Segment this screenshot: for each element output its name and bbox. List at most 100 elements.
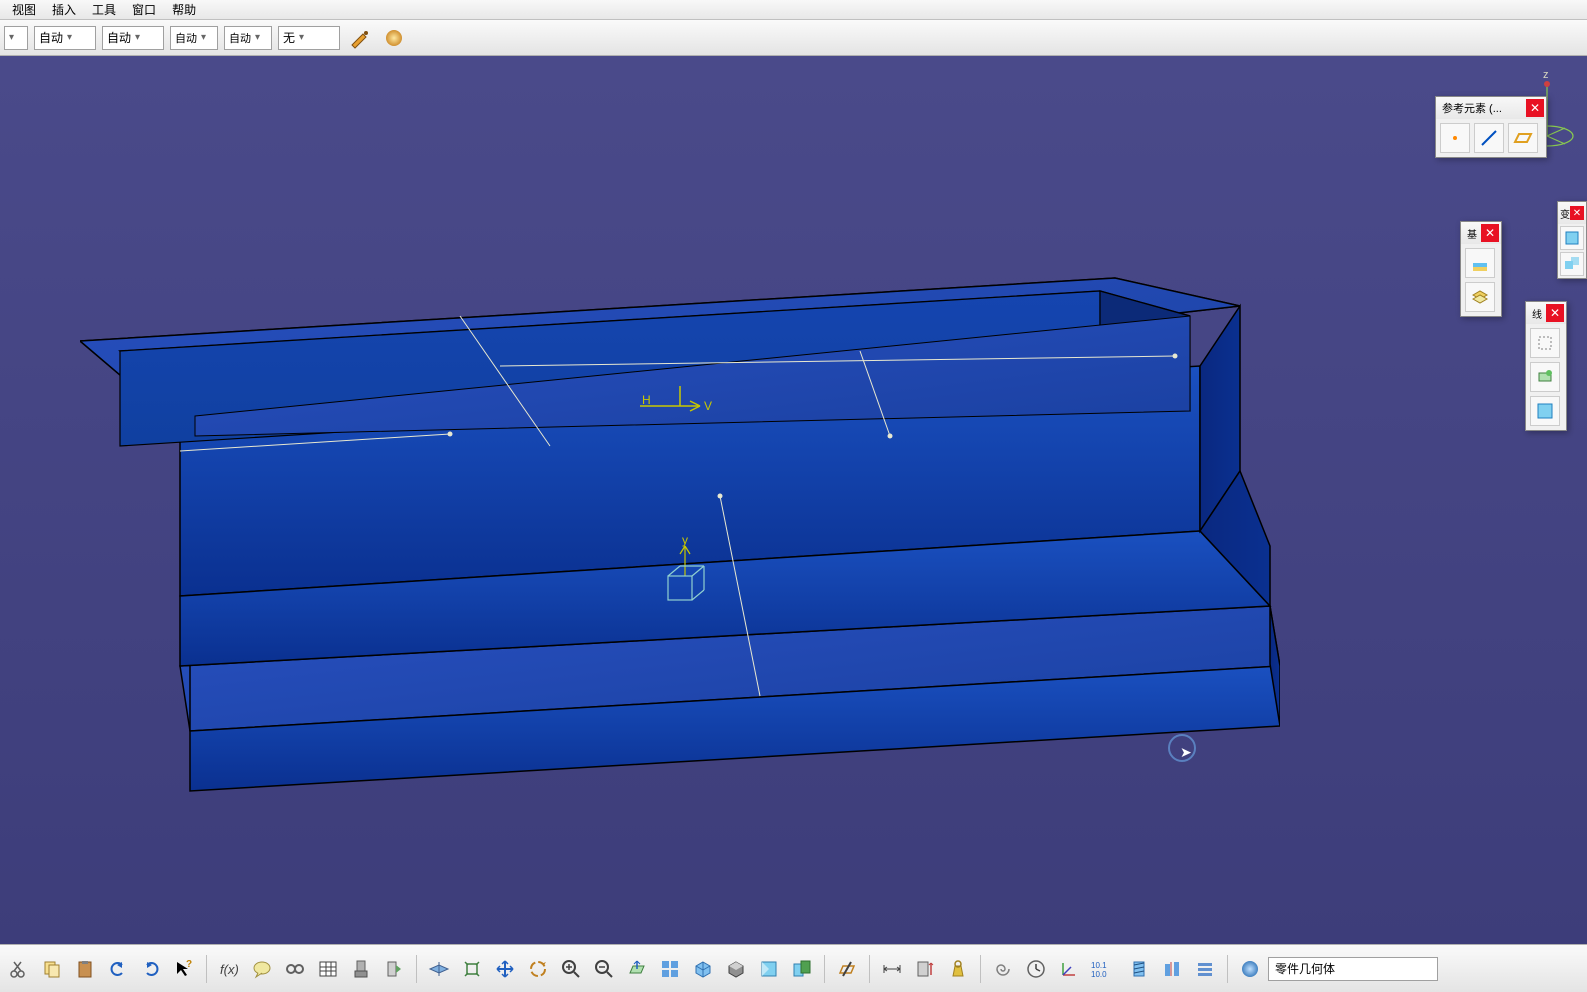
material-icon[interactable] [1235, 954, 1265, 984]
point-tool-icon[interactable] [1440, 123, 1470, 153]
comment-icon[interactable] [247, 954, 277, 984]
dropdown-auto-1[interactable]: 自动▾ [34, 26, 96, 50]
pan-icon[interactable] [490, 954, 520, 984]
dropdown-auto-2[interactable]: 自动▾ [102, 26, 164, 50]
close-icon[interactable]: ✕ [1526, 99, 1544, 117]
paste-icon[interactable] [70, 954, 100, 984]
close-icon[interactable]: ✕ [1546, 304, 1564, 322]
mean-dim-icon[interactable] [1157, 954, 1187, 984]
shading-icon[interactable] [721, 954, 751, 984]
svg-text:10.1: 10.1 [1091, 961, 1107, 970]
menu-window[interactable]: 窗口 [124, 0, 164, 20]
menu-view[interactable]: 视图 [4, 0, 44, 20]
separator [824, 955, 825, 983]
measure-between-icon[interactable] [877, 954, 907, 984]
line-panel-title-label: 线 [1532, 306, 1542, 321]
dropdown-1[interactable]: ▾ [4, 26, 28, 50]
transform-tool-2-icon[interactable] [1560, 252, 1584, 276]
svg-text:?: ? [186, 959, 192, 970]
separator [416, 955, 417, 983]
knowledge-icon[interactable] [379, 954, 409, 984]
dropdown-auto-2-label: 自动 [107, 29, 131, 46]
dimension-icon[interactable]: 10.110.0 [1087, 954, 1121, 984]
dropdown-none-label: 无 [283, 29, 295, 46]
separator [206, 955, 207, 983]
transform-panel-title-label: 变 [1560, 206, 1570, 221]
table-icon[interactable] [313, 954, 343, 984]
axis-y-label: y [682, 533, 688, 547]
line-tool-1-icon[interactable] [1530, 328, 1560, 358]
measure-item-icon[interactable] [910, 954, 940, 984]
3d-viewport[interactable]: H V y z 参考元素 (... ✕ [0, 56, 1587, 944]
layers-tool-icon[interactable] [1465, 282, 1495, 312]
clock-icon[interactable] [1021, 954, 1051, 984]
thread-icon[interactable] [1124, 954, 1154, 984]
feature-tree-icon[interactable] [346, 954, 376, 984]
line-tool-icon[interactable] [1474, 123, 1504, 153]
sketch-icon[interactable] [832, 954, 862, 984]
dropdown-autos-2-label: 自动 [229, 30, 251, 46]
svg-text:10.0: 10.0 [1091, 970, 1107, 979]
formula-icon[interactable]: f(x) [214, 954, 244, 984]
link-icon[interactable] [280, 954, 310, 984]
dropdown-autos-2[interactable]: 自动▾ [224, 26, 272, 50]
line-panel-title[interactable]: 线 ✕ [1526, 302, 1566, 324]
menu-insert[interactable]: 插入 [44, 0, 84, 20]
transform-panel[interactable]: 变 ✕ [1557, 201, 1587, 279]
base-panel-body [1461, 244, 1501, 316]
multiview-icon[interactable] [655, 954, 685, 984]
redo-icon[interactable] [136, 954, 166, 984]
close-icon[interactable]: ✕ [1570, 206, 1584, 220]
zoom-in-icon[interactable] [556, 954, 586, 984]
undo-icon[interactable] [103, 954, 133, 984]
reference-panel-title-label: 参考元素 (... [1442, 100, 1502, 116]
rotate-icon[interactable] [523, 954, 553, 984]
axis-system-icon[interactable] [1054, 954, 1084, 984]
line-panel[interactable]: 线 ✕ [1525, 301, 1567, 431]
transform-panel-title[interactable]: 变 ✕ [1558, 202, 1586, 224]
fly-icon[interactable] [424, 954, 454, 984]
axis-h-label: H [642, 393, 651, 407]
top-toolbar: ▾ 自动▾ 自动▾ 自动▾ 自动▾ 无▾ [0, 20, 1587, 56]
hide-show-icon[interactable] [754, 954, 784, 984]
swap-visible-icon[interactable] [787, 954, 817, 984]
line-tool-2-icon[interactable] [1530, 362, 1560, 392]
reference-elements-panel[interactable]: 参考元素 (... ✕ [1435, 96, 1547, 158]
part-solid: H V y [80, 236, 1280, 796]
iso-view-icon[interactable] [688, 954, 718, 984]
base-panel-title[interactable]: 基 ✕ [1461, 222, 1501, 244]
separator [869, 955, 870, 983]
copy-icon[interactable] [37, 954, 67, 984]
paint-icon[interactable] [346, 24, 374, 52]
fit-all-icon[interactable] [457, 954, 487, 984]
bottom-toolbar: ? f(x) 10.110.0 零件几何体 [0, 944, 1587, 992]
ground-tool-icon[interactable] [1465, 248, 1495, 278]
dropdown-autos-1[interactable]: 自动▾ [170, 26, 218, 50]
close-icon[interactable]: ✕ [1481, 224, 1499, 242]
reference-panel-body [1436, 119, 1546, 157]
base-panel-title-label: 基 [1467, 226, 1477, 241]
catalog-icon[interactable] [1190, 954, 1220, 984]
dropdown-autos-1-label: 自动 [175, 30, 197, 46]
dropdown-none[interactable]: 无▾ [278, 26, 340, 50]
transform-tool-1-icon[interactable] [1560, 226, 1584, 250]
reference-panel-title[interactable]: 参考元素 (... ✕ [1436, 97, 1546, 119]
separator [980, 955, 981, 983]
svg-text:f(x): f(x) [220, 962, 239, 977]
status-body-field[interactable]: 零件几何体 [1268, 957, 1438, 981]
mass-icon[interactable] [943, 954, 973, 984]
normal-view-icon[interactable] [622, 954, 652, 984]
cursor-icon: ➤ [1180, 744, 1194, 762]
cut-icon[interactable] [4, 954, 34, 984]
base-panel[interactable]: 基 ✕ [1460, 221, 1502, 317]
menu-tools[interactable]: 工具 [84, 0, 124, 20]
line-tool-3-icon[interactable] [1530, 396, 1560, 426]
axis-v-label: V [704, 399, 712, 413]
menu-help[interactable]: 帮助 [164, 0, 204, 20]
help-pointer-icon[interactable]: ? [169, 954, 199, 984]
spiral-icon[interactable] [988, 954, 1018, 984]
plane-tool-icon[interactable] [1508, 123, 1538, 153]
sphere-icon[interactable] [380, 24, 408, 52]
zoom-out-icon[interactable] [589, 954, 619, 984]
dropdown-auto-1-label: 自动 [39, 29, 63, 46]
